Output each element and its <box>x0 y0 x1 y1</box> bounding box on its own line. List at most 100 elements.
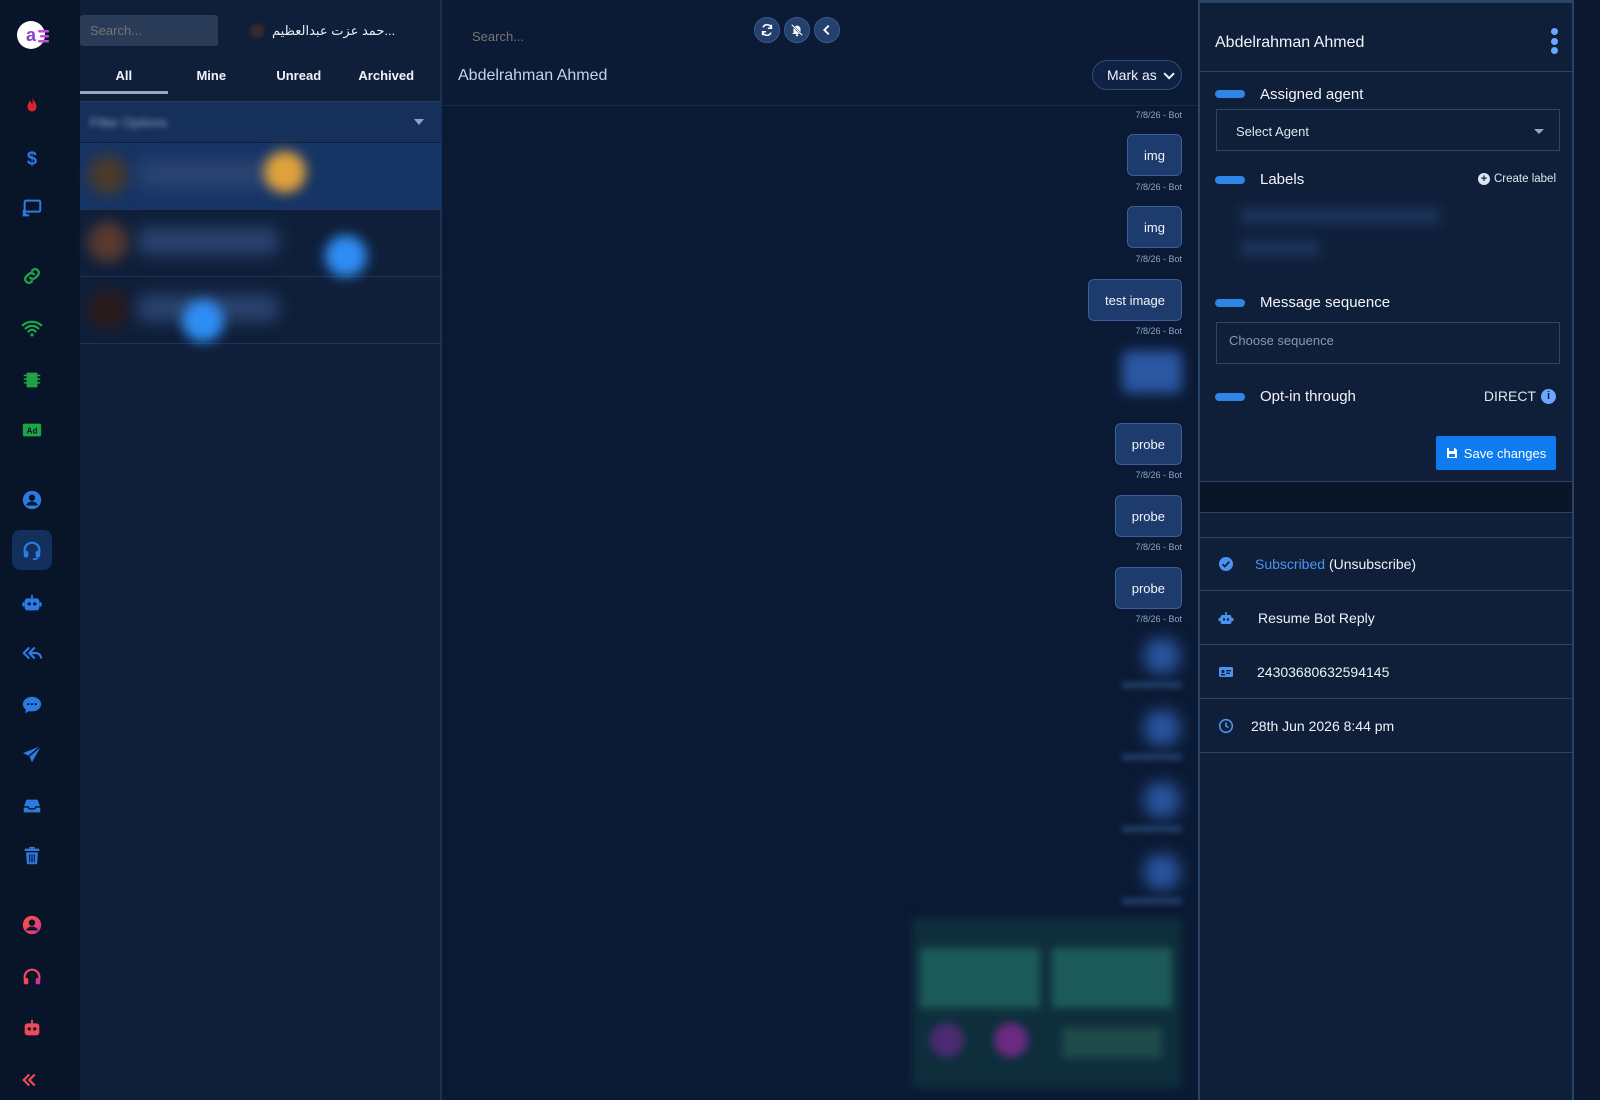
bell-off-icon[interactable] <box>784 17 810 43</box>
labels-list[interactable] <box>1230 205 1550 265</box>
ad-icon[interactable]: Ad <box>12 410 52 450</box>
check-circle-icon <box>1219 557 1233 571</box>
save-changes-button[interactable]: Save changes <box>1436 436 1556 470</box>
inbox-icon[interactable] <box>12 786 52 826</box>
message-bubble[interactable]: img <box>1127 134 1182 176</box>
resume-bot-row[interactable]: Resume Bot Reply <box>1200 591 1572 645</box>
app-logo-icon[interactable]: a <box>16 18 50 52</box>
conversation-item[interactable] <box>80 277 442 344</box>
divider <box>1200 512 1572 513</box>
robot-icon[interactable] <box>12 583 52 623</box>
message-bubble[interactable]: test image <box>1088 279 1182 321</box>
mark-as-label: Mark as <box>1107 67 1157 83</box>
tab-archived[interactable]: Archived <box>343 62 431 94</box>
more-options-icon[interactable] <box>1550 28 1558 54</box>
refresh-icon[interactable] <box>754 17 780 43</box>
resume-bot-reply-link[interactable]: Resume Bot Reply <box>1258 610 1375 626</box>
svg-text:a: a <box>26 25 37 45</box>
message-bubble-blurred[interactable] <box>1144 782 1180 818</box>
optin-toggle[interactable] <box>1215 393 1245 401</box>
conversation-search-input[interactable] <box>80 15 218 46</box>
unsubscribe-link[interactable]: (Unsubscribe) <box>1329 556 1416 572</box>
link-icon[interactable] <box>12 256 52 296</box>
id-card-icon <box>1219 667 1233 677</box>
sequence-input[interactable]: Choose sequence <box>1216 322 1560 364</box>
wifi-icon[interactable] <box>12 308 52 348</box>
avatar <box>250 24 264 38</box>
caret-down-icon <box>1534 129 1544 134</box>
message-list: 7/8/26 - Bot img 7/8/26 - Bot img 7/8/26… <box>442 106 1198 1100</box>
divider <box>1200 0 1572 3</box>
collapse-icon[interactable] <box>814 17 840 43</box>
info-icon[interactable]: i <box>1541 388 1556 404</box>
headset-icon[interactable] <box>12 530 52 570</box>
message-bubble[interactable]: probe <box>1114 423 1182 465</box>
save-icon <box>1446 448 1457 458</box>
message-bubble-blurred[interactable] <box>1122 351 1182 393</box>
mark-as-dropdown[interactable]: Mark as <box>1092 60 1182 90</box>
fire-icon[interactable] <box>12 86 52 126</box>
robot-icon[interactable] <box>12 1008 52 1048</box>
send-icon[interactable] <box>12 735 52 775</box>
message-timestamp: 7/8/26 - Bot <box>1135 614 1182 624</box>
trash-icon[interactable] <box>12 836 52 876</box>
filter-dropdown[interactable]: Filter Options <box>80 102 442 142</box>
unread-badge <box>264 151 306 193</box>
message-bubble-blurred[interactable] <box>1144 710 1180 746</box>
screen-share-icon[interactable] <box>12 188 52 228</box>
top-contact-name: حمد عزت عبدالعظيم... <box>272 23 396 38</box>
clock-icon <box>1218 718 1234 734</box>
subscription-row: Subscribed (Unsubscribe) <box>1200 537 1572 591</box>
message-timestamp-blurred <box>1122 898 1182 904</box>
agent-select[interactable]: Select Agent <box>1216 109 1560 151</box>
user-circle-icon[interactable] <box>12 905 52 945</box>
message-sequence-label: Message sequence <box>1260 294 1391 311</box>
message-bubble[interactable]: probe <box>1114 495 1182 537</box>
section-spacer <box>1200 482 1572 512</box>
subscriber-id: 24303680632594145 <box>1257 664 1390 680</box>
chip-icon[interactable] <box>12 360 52 400</box>
labels-toggle[interactable] <box>1215 176 1245 184</box>
user-circle-icon[interactable] <box>12 480 52 520</box>
unread-badge <box>325 235 367 277</box>
message-sequence-toggle[interactable] <box>1215 299 1245 307</box>
create-label-button[interactable]: + Create label <box>1477 173 1556 185</box>
message-bubble[interactable]: img <box>1127 206 1182 248</box>
message-bubble-blurred[interactable] <box>1144 854 1180 890</box>
dollar-icon[interactable]: $ <box>12 138 52 178</box>
tab-all[interactable]: All <box>80 62 168 94</box>
message-bubble[interactable]: probe <box>1114 567 1182 609</box>
subscription-status: Subscribed (Unsubscribe) <box>1255 556 1416 572</box>
tab-mine[interactable]: Mine <box>168 62 256 94</box>
conversation-item[interactable] <box>80 143 442 210</box>
robot-icon <box>1218 612 1234 624</box>
optin-value: DIRECT i <box>1484 388 1556 404</box>
reply-all-icon[interactable] <box>12 1060 52 1100</box>
unread-badge <box>182 300 224 342</box>
avatar <box>88 222 128 262</box>
message-timestamp: 7/8/26 - Bot <box>1135 110 1182 120</box>
reply-all-icon[interactable] <box>12 633 52 673</box>
divider <box>1200 71 1572 72</box>
message-bubble-blurred[interactable] <box>1144 638 1180 674</box>
message-timestamp: 7/8/26 - Bot <box>1135 470 1182 480</box>
plus-circle-icon: + <box>1477 173 1490 185</box>
divider <box>1200 752 1572 753</box>
conversation-item[interactable] <box>80 210 442 277</box>
headset-icon[interactable] <box>12 957 52 997</box>
avatar <box>88 289 128 329</box>
subscriber-id-row: 24303680632594145 <box>1200 645 1572 699</box>
chat-bubble-icon[interactable] <box>12 685 52 725</box>
chat-search-input[interactable] <box>472 25 672 47</box>
svg-text:$: $ <box>27 147 37 168</box>
top-contact[interactable]: حمد عزت عبدالعظيم... <box>250 20 395 42</box>
message-timestamp-blurred <box>1122 754 1182 760</box>
assigned-agent-toggle[interactable] <box>1215 90 1245 98</box>
ad-icon-text: Ad <box>27 427 38 436</box>
subscribed-date: 28th Jun 2026 8:44 pm <box>1251 718 1395 734</box>
conversation-preview <box>138 228 278 254</box>
tab-unread[interactable]: Unread <box>255 62 343 94</box>
optin-label: Opt-in through <box>1260 388 1356 405</box>
image-attachment[interactable] <box>912 918 1182 1088</box>
create-label-text: Create label <box>1493 173 1556 185</box>
